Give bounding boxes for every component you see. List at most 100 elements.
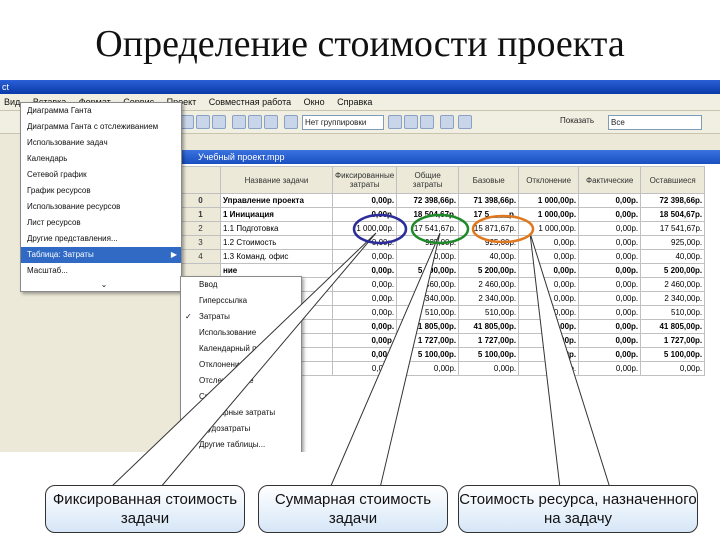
cell-fixed[interactable]: 0,00р.	[331, 305, 398, 320]
cell-id[interactable]: 1	[180, 207, 221, 222]
submenu-schedule[interactable]: Календарный план	[181, 341, 301, 357]
unlink-icon[interactable]	[212, 115, 226, 129]
cell-base[interactable]: 510,00р.	[458, 305, 520, 320]
menu-item-zoom[interactable]: Масштаб...	[21, 263, 181, 279]
cell-fixed[interactable]: 0,00р.	[331, 263, 398, 278]
cell-fixed[interactable]: 1 000,00р.	[331, 221, 398, 236]
col-total-cost[interactable]: Общие затраты	[396, 166, 460, 194]
col-baseline[interactable]: Базовые	[458, 166, 520, 194]
cell-total[interactable]: 41 805,00р.	[396, 319, 460, 334]
cell-base[interactable]: 71 398,66р.	[458, 193, 520, 208]
cell-fixed[interactable]: 0,00р.	[331, 347, 398, 362]
submenu-usage[interactable]: Использование	[181, 325, 301, 341]
cell-dev[interactable]: 0,00р.	[518, 235, 580, 250]
cell-dev[interactable]: 1 000,00р.	[518, 207, 580, 222]
cell-total[interactable]: 40,00р.	[396, 249, 460, 264]
cell-base[interactable]: 2 340,00р.	[458, 291, 520, 306]
menu-item-tracking-gantt[interactable]: Диаграмма Ганта с отслеживанием	[21, 119, 181, 135]
cell-fixed[interactable]: 0,00р.	[331, 277, 398, 292]
menu-item-more-views[interactable]: Другие представления...	[21, 231, 181, 247]
cell-fixed[interactable]: 0,00р.	[331, 291, 398, 306]
submenu-cost[interactable]: ✓ Затраты	[181, 309, 301, 325]
cell-id[interactable]: 4	[180, 249, 221, 264]
menu-item-table[interactable]: Таблица: Затраты ▶	[21, 247, 181, 263]
submenu-summary-cost[interactable]: Суммарные затраты	[181, 405, 301, 421]
submenu-tracking[interactable]: Отслеживание	[181, 373, 301, 389]
cell-id[interactable]: 2	[180, 221, 221, 236]
zoom-in-icon[interactable]	[388, 115, 402, 129]
cell-rest[interactable]: 1 727,00р.	[640, 333, 706, 348]
table-row[interactable]: 11 Инициация 0,00р. 18 504,67р. 17 5__,__р.…	[180, 207, 706, 222]
cell-name[interactable]: Управление проекта	[220, 193, 333, 208]
table-row[interactable]: 3 1.2 Стоимость 0,00р. 925,00р. 925,00р. 0,00…	[180, 235, 706, 250]
col-id[interactable]	[180, 166, 221, 194]
cell-total[interactable]: 2 460,00р.	[396, 277, 460, 292]
submenu-work[interactable]: Трудозатраты	[181, 421, 301, 437]
cell-fact[interactable]: 0,00р.	[578, 305, 642, 320]
cell-fixed[interactable]: 0,00р.	[331, 235, 398, 250]
cell-fact[interactable]: 0,00р.	[578, 235, 642, 250]
goto-task-icon[interactable]	[420, 115, 434, 129]
submenu-more-tables[interactable]: Другие таблицы...	[181, 437, 301, 452]
submenu-hyperlink[interactable]: Гиперссылка	[181, 293, 301, 309]
cell-total[interactable]: 5 200,00р.	[396, 263, 460, 278]
cell-rest[interactable]: 5 200,00р.	[640, 263, 706, 278]
cell-fact[interactable]: 0,00р.	[578, 277, 642, 292]
cell-fact[interactable]: 0,00р.	[578, 207, 642, 222]
cell-dev[interactable]: 0,00р.	[518, 347, 580, 362]
copy-icon[interactable]	[180, 115, 194, 129]
cell-dev[interactable]: 0,00р.	[518, 263, 580, 278]
font-combo[interactable]: Все	[608, 115, 702, 130]
menu-window[interactable]: Окно	[304, 97, 325, 107]
cell-fixed[interactable]: 0,00р.	[331, 333, 398, 348]
cell-fixed[interactable]: 0,00р.	[331, 249, 398, 264]
cell-dev[interactable]: 0,00р.	[518, 305, 580, 320]
cell-name[interactable]: 1.1 Подготовка	[220, 221, 333, 236]
folder-icon[interactable]	[232, 115, 246, 129]
cell-fixed[interactable]: 0,00р.	[331, 207, 398, 222]
cell-total[interactable]: 72 398,66р.	[396, 193, 460, 208]
cell-fixed[interactable]: 0,00р.	[331, 319, 398, 334]
col-actual[interactable]: Фактические	[578, 166, 642, 194]
cell-dev[interactable]: 0,00р.	[518, 249, 580, 264]
cell-base[interactable]: 17 5__,__р.	[458, 207, 520, 222]
cell-total[interactable]: 2 340,00р.	[396, 291, 460, 306]
menu-item-calendar[interactable]: Календарь	[21, 151, 181, 167]
cell-total[interactable]: 18 504,67р.	[396, 207, 460, 222]
cell-dev[interactable]: 0,00р.	[518, 277, 580, 292]
col-remaining[interactable]: Оставшиеся	[640, 166, 706, 194]
cell-fact[interactable]: 0,00р.	[578, 291, 642, 306]
cell-base[interactable]: 41 805,00р.	[458, 319, 520, 334]
cell-base[interactable]: 1 727,00р.	[458, 333, 520, 348]
cell-total[interactable]: 17 541,67р.	[396, 221, 460, 236]
table-row[interactable]: 4 1.3 Команд. офис 0,00р. 40,00р. 40,00р. 0,0…	[180, 249, 706, 264]
cell-rest[interactable]: 2 340,00р.	[640, 291, 706, 306]
cell-fact[interactable]: 0,00р.	[578, 221, 642, 236]
cell-dev[interactable]: 0,00р.	[518, 333, 580, 348]
cell-name[interactable]: 1 Инициация	[220, 207, 333, 222]
cell-fact[interactable]: 0,00р.	[578, 347, 642, 362]
cell-dev[interactable]: 0,00р.	[518, 319, 580, 334]
menu-item-network[interactable]: Сетевой график	[21, 167, 181, 183]
cell-dev[interactable]: 0,00р.	[518, 361, 580, 376]
cell-rest[interactable]: 2 460,00р.	[640, 277, 706, 292]
cell-rest[interactable]: 40,00р.	[640, 249, 706, 264]
group-combo[interactable]: Нет группировки	[302, 115, 384, 130]
cell-total[interactable]: 0,00р.	[396, 361, 460, 376]
cell-id[interactable]: 0	[180, 193, 221, 208]
cell-dev[interactable]: 0,00р.	[518, 291, 580, 306]
menu-item-gantt[interactable]: Диаграмма Ганта	[21, 103, 181, 119]
help-icon[interactable]	[458, 115, 472, 129]
menu-item-resource-sheet[interactable]: Лист ресурсов	[21, 215, 181, 231]
cell-dev[interactable]: 1 000,00р.	[518, 221, 580, 236]
cell-rest[interactable]: 72 398,66р.	[640, 193, 706, 208]
note-icon[interactable]	[248, 115, 262, 129]
cell-fact[interactable]: 0,00р.	[578, 333, 642, 348]
link-icon[interactable]	[196, 115, 210, 129]
zoom-out-icon[interactable]	[404, 115, 418, 129]
cell-base[interactable]: 925,00р.	[458, 235, 520, 250]
cell-id[interactable]: 3	[180, 235, 221, 250]
menu-item-task-usage[interactable]: Использование задач	[21, 135, 181, 151]
cell-rest[interactable]: 41 805,00р.	[640, 319, 706, 334]
cell-rest[interactable]: 17 541,67р.	[640, 221, 706, 236]
